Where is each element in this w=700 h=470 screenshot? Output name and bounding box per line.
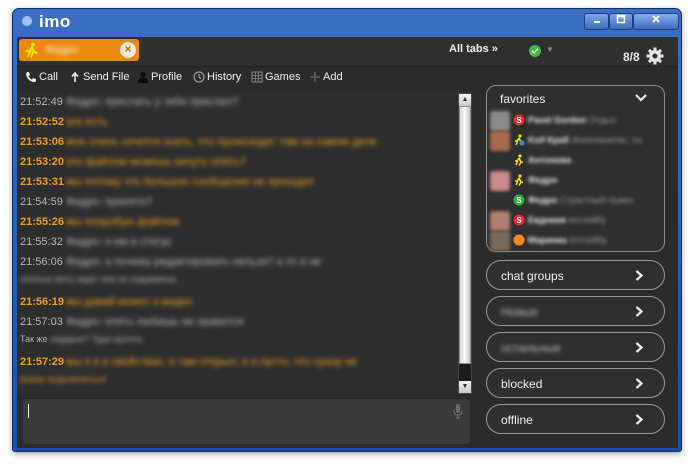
avatar xyxy=(490,131,510,151)
maximize-icon xyxy=(616,14,626,24)
chat-message: 21:52:52 ага есть xyxy=(20,116,108,128)
window-title: imo xyxy=(39,12,71,31)
contact-item[interactable]: Ksif Краб Инопланетян, ты xyxy=(490,131,660,151)
group-offline[interactable]: offline xyxy=(486,404,665,434)
message-input[interactable] xyxy=(23,399,470,444)
svg-text:S: S xyxy=(516,116,522,125)
close-button[interactable] xyxy=(633,13,679,30)
send-file-button[interactable]: Send File xyxy=(69,70,139,86)
maximize-button[interactable] xyxy=(609,13,633,30)
group-new[interactable]: Новые xyxy=(486,296,665,326)
microphone-icon[interactable] xyxy=(453,403,463,419)
add-button[interactable]: Add xyxy=(309,70,349,86)
imo-window: imo Федро × All tabs » ▼ 8/8 Call Send F… xyxy=(12,8,682,452)
tab-count: 8/8 xyxy=(623,50,640,64)
chat-message: 21:53:31 мы потому что большое сообщение … xyxy=(20,176,315,188)
contact-item[interactable]: Маринка котлейбу xyxy=(490,231,660,251)
chat-toolbar: Call Send File Profile History Games Add xyxy=(17,67,467,89)
title-bar[interactable]: imo xyxy=(13,9,681,35)
avatar xyxy=(490,211,510,231)
runner-icon xyxy=(25,42,38,58)
skype-icon: S xyxy=(513,114,525,126)
runner-icon xyxy=(515,154,524,166)
client-area: Федро × All tabs » ▼ 8/8 Call Send File … xyxy=(17,37,678,448)
svg-text:S: S xyxy=(516,216,522,225)
chevron-down-icon[interactable] xyxy=(635,93,647,103)
chat-message: 21:53:06 мне очень хочется знать, что про… xyxy=(20,136,377,148)
upload-arrow-icon xyxy=(71,71,79,82)
phone-icon xyxy=(26,72,36,83)
chat-message-continuation: всему подключиться xyxy=(20,374,107,384)
chevron-right-icon xyxy=(635,378,643,389)
close-icon xyxy=(652,15,660,23)
minimize-icon xyxy=(593,21,600,23)
chat-message: 21:56:06 Федро: а почему редактировать не… xyxy=(20,256,322,268)
tab-contact-name: Федро xyxy=(45,44,78,56)
contact-item[interactable]: Антонова xyxy=(490,151,660,169)
chevron-right-icon xyxy=(635,414,643,425)
person-icon xyxy=(138,71,148,83)
tab-contact[interactable]: Федро × xyxy=(19,39,139,61)
contact-item[interactable]: S Pavel Gordon Отдых xyxy=(490,111,660,131)
plus-icon xyxy=(310,72,320,82)
group-chat-groups[interactable]: chat groups xyxy=(486,260,665,290)
games-button[interactable]: Games xyxy=(251,70,307,86)
chat-message: 21:57:03 Федро: опять любишь не нравится xyxy=(20,316,244,328)
group-others[interactable]: остальные xyxy=(486,332,665,362)
avatar xyxy=(490,231,510,251)
favorites-title[interactable]: favorites xyxy=(500,92,545,106)
favorites-panel: favorites S Pavel Gordon Отдых Ksif Краб… xyxy=(486,85,665,252)
tab-close-button[interactable]: × xyxy=(120,42,136,58)
chat-log[interactable]: 21:52:49 Федро: прислать у тебя прислал? … xyxy=(17,92,469,395)
status-dropdown-icon[interactable]: ▼ xyxy=(546,45,554,54)
chat-scrollbar[interactable]: ▲ ▼ xyxy=(458,93,472,394)
chat-message: 21:57:29 мы я в в свойствах, я там открыл… xyxy=(20,356,358,368)
chat-message: 21:56:19 мы давай может я видео xyxy=(20,296,193,308)
chat-message: 21:52:49 Федро: прислать у тебя прислал? xyxy=(20,96,239,108)
chat-message: 21:53:20 это файлом можешь кинуть опять? xyxy=(20,156,246,168)
scrollbar-thumb[interactable] xyxy=(459,106,471,364)
skype-icon: S xyxy=(513,194,525,206)
runner-icon xyxy=(515,134,525,146)
chat-message-continuation: сколько могу надо чем не подумаешь xyxy=(20,274,178,284)
call-button[interactable]: Call xyxy=(25,70,71,86)
minimize-button[interactable] xyxy=(584,13,609,30)
contact-item[interactable]: S Федро Страстный нужен xyxy=(490,191,660,209)
chat-message: 21:54:59 Федро: принято? xyxy=(20,196,153,208)
avatar xyxy=(490,111,510,131)
chevron-right-icon xyxy=(635,270,643,281)
runner-icon xyxy=(515,174,524,186)
group-blocked[interactable]: blocked xyxy=(486,368,665,398)
skype-icon: S xyxy=(513,214,525,226)
chevron-right-icon xyxy=(635,342,643,353)
chat-message: 21:55:26 мы попробую файлом xyxy=(20,216,180,228)
chevron-right-icon xyxy=(635,306,643,317)
avatar xyxy=(490,171,510,191)
svg-text:S: S xyxy=(516,196,522,205)
all-tabs-link[interactable]: All tabs » xyxy=(449,43,498,55)
clock-icon xyxy=(193,71,205,83)
scroll-up-arrow-icon[interactable]: ▲ xyxy=(459,94,471,106)
scroll-down-arrow-icon[interactable]: ▼ xyxy=(459,381,471,393)
online-status-icon[interactable] xyxy=(528,44,542,58)
text-cursor xyxy=(28,404,29,418)
chat-message-continuation: Так же подарок? Туда прочти xyxy=(20,334,142,344)
away-status-icon xyxy=(513,234,525,246)
tab-bar: Федро × All tabs » ▼ 8/8 xyxy=(17,37,678,67)
history-button[interactable]: History xyxy=(193,70,251,86)
chat-message: 21:55:32 Федро: я им в статус xyxy=(20,236,173,248)
gear-icon[interactable] xyxy=(646,47,664,65)
profile-button[interactable]: Profile xyxy=(137,70,195,86)
games-grid-icon xyxy=(251,71,263,83)
app-icon xyxy=(22,16,32,26)
contact-item[interactable]: S Евдокия котлейбу xyxy=(490,211,660,231)
contact-item[interactable]: Федро xyxy=(490,171,660,191)
